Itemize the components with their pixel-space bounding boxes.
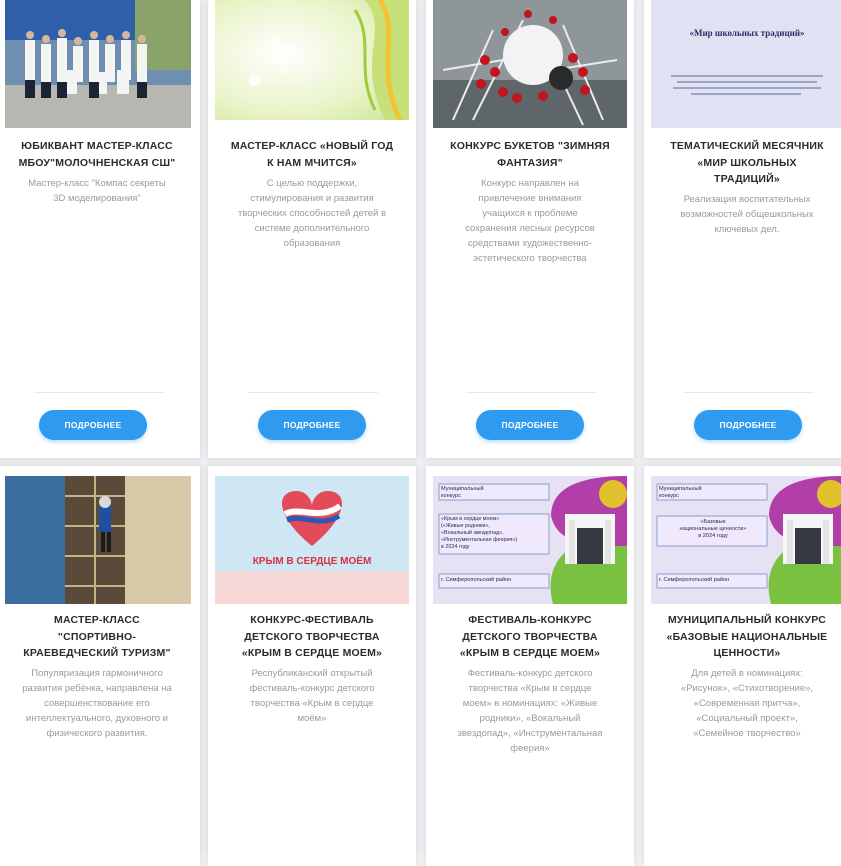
thumbnail-text: «Крым в сердце моем» («Живые родники», «… bbox=[441, 516, 518, 550]
more-button[interactable]: ПОДРОБНЕЕ bbox=[476, 410, 584, 440]
event-card[interactable]: Муниципальный конкурс «Базовые националь… bbox=[644, 466, 841, 866]
event-card[interactable]: «Мир школьных традиций» ТЕМАТИЧЕСКИЙ МЕС… bbox=[644, 0, 841, 458]
card-description: Реализация воспитательных возможностей о… bbox=[680, 194, 814, 235]
event-card[interactable]: ЮБИКВАНТ МАСТЕР-КЛАСС МБОУ"МОЛОЧНЕНСКАЯ … bbox=[0, 0, 200, 458]
card-title: МАСТЕР-КЛАСС "СПОРТИВНО- КРАЕВЕДЧЕСКИЙ Т… bbox=[23, 614, 171, 659]
card-thumbnail-crimea-heart[interactable]: КРЫМ В СЕРДЦЕ МОЁМ bbox=[215, 476, 409, 604]
event-card[interactable]: МАСТЕР-КЛАСС «НОВЫЙ ГОД К НАМ МЧИТСЯ» С … bbox=[208, 0, 416, 458]
card-thumbnail-winter-bouquet[interactable] bbox=[433, 0, 627, 128]
card-thumbnail-poster[interactable]: Муниципальный конкурс «Крым в сердце мое… bbox=[433, 476, 627, 604]
card-description: Фестиваль-конкурс детского творчества «К… bbox=[457, 668, 603, 754]
card-thumbnail-climbing[interactable] bbox=[5, 476, 191, 604]
divider bbox=[248, 392, 378, 393]
card-title: КОНКУРС БУКЕТОВ "ЗИМНЯЯ ФАНТАЗИЯ" bbox=[450, 140, 610, 169]
card-description: Популяризация гармоничного развития ребё… bbox=[22, 668, 172, 739]
event-card[interactable]: КРЫМ В СЕРДЦЕ МОЁМ КОНКУРС-ФЕСТИВАЛЬ ДЕТ… bbox=[208, 466, 416, 866]
card-description: Мастер-класс "Компас секреты 3D моделиро… bbox=[28, 178, 166, 204]
thumbnail-text: г. Симферопольский район bbox=[659, 577, 730, 583]
event-card[interactable]: КОНКУРС БУКЕТОВ "ЗИМНЯЯ ФАНТАЗИЯ" Конкур… bbox=[426, 0, 634, 458]
card-thumbnail-school-traditions[interactable]: «Мир школьных традиций» bbox=[651, 0, 841, 128]
divider bbox=[34, 392, 164, 393]
divider bbox=[684, 392, 814, 393]
card-thumbnail-new-year[interactable] bbox=[215, 0, 409, 120]
card-description: Республиканский открытый фестиваль-конку… bbox=[249, 668, 375, 724]
card-title: КОНКУРС-ФЕСТИВАЛЬ ДЕТСКОГО ТВОРЧЕСТВА «К… bbox=[241, 614, 383, 659]
card-title: ЮБИКВАНТ МАСТЕР-КЛАСС МБОУ"МОЛОЧНЕНСКАЯ … bbox=[18, 140, 176, 169]
card-title: МУНИЦИПАЛЬНЫЙ КОНКУРС «БАЗОВЫЕ НАЦИОНАЛЬ… bbox=[666, 614, 828, 659]
event-card[interactable]: Муниципальный конкурс «Крым в сердце мое… bbox=[426, 466, 634, 866]
thumbnail-caption: КРЫМ В СЕРДЦЕ МОЁМ bbox=[252, 556, 372, 567]
event-card[interactable]: МАСТЕР-КЛАСС "СПОРТИВНО- КРАЕВЕДЧЕСКИЙ Т… bbox=[0, 466, 200, 866]
card-title: ТЕМАТИЧЕСКИЙ МЕСЯЧНИК «МИР ШКОЛЬНЫХ ТРАД… bbox=[670, 140, 824, 185]
thumbnail-text: Муниципальный конкурс bbox=[659, 486, 702, 499]
more-button[interactable]: ПОДРОБНЕЕ bbox=[39, 410, 147, 440]
thumbnail-text: Муниципальный конкурс bbox=[441, 486, 484, 499]
cards-grid: ЮБИКВАНТ МАСТЕР-КЛАСС МБОУ"МОЛОЧНЕНСКАЯ … bbox=[0, 0, 841, 866]
more-button[interactable]: ПОДРОБНЕЕ bbox=[258, 410, 366, 440]
thumbnail-text: г. Симферопольский район bbox=[441, 577, 512, 583]
card-description: Конкурс направлен на привлечение внимани… bbox=[465, 178, 595, 264]
card-thumbnail-students-photo[interactable] bbox=[5, 0, 191, 128]
card-description: Для детей в номинациях: «Рисунок», «Стих… bbox=[680, 668, 814, 739]
card-title: ФЕСТИВАЛЬ-КОНКУРС ДЕТСКОГО ТВОРЧЕСТВА «К… bbox=[459, 614, 601, 659]
card-thumbnail-poster[interactable]: Муниципальный конкурс «Базовые националь… bbox=[651, 476, 841, 604]
more-button[interactable]: ПОДРОБНЕЕ bbox=[694, 410, 802, 440]
card-title: МАСТЕР-КЛАСС «НОВЫЙ ГОД К НАМ МЧИТСЯ» bbox=[230, 140, 394, 169]
divider bbox=[466, 392, 596, 393]
thumbnail-text: «Базовые национальные ценности» в 2024 г… bbox=[679, 519, 747, 539]
card-description: С целью поддержки, стимулирования и разв… bbox=[237, 178, 387, 249]
